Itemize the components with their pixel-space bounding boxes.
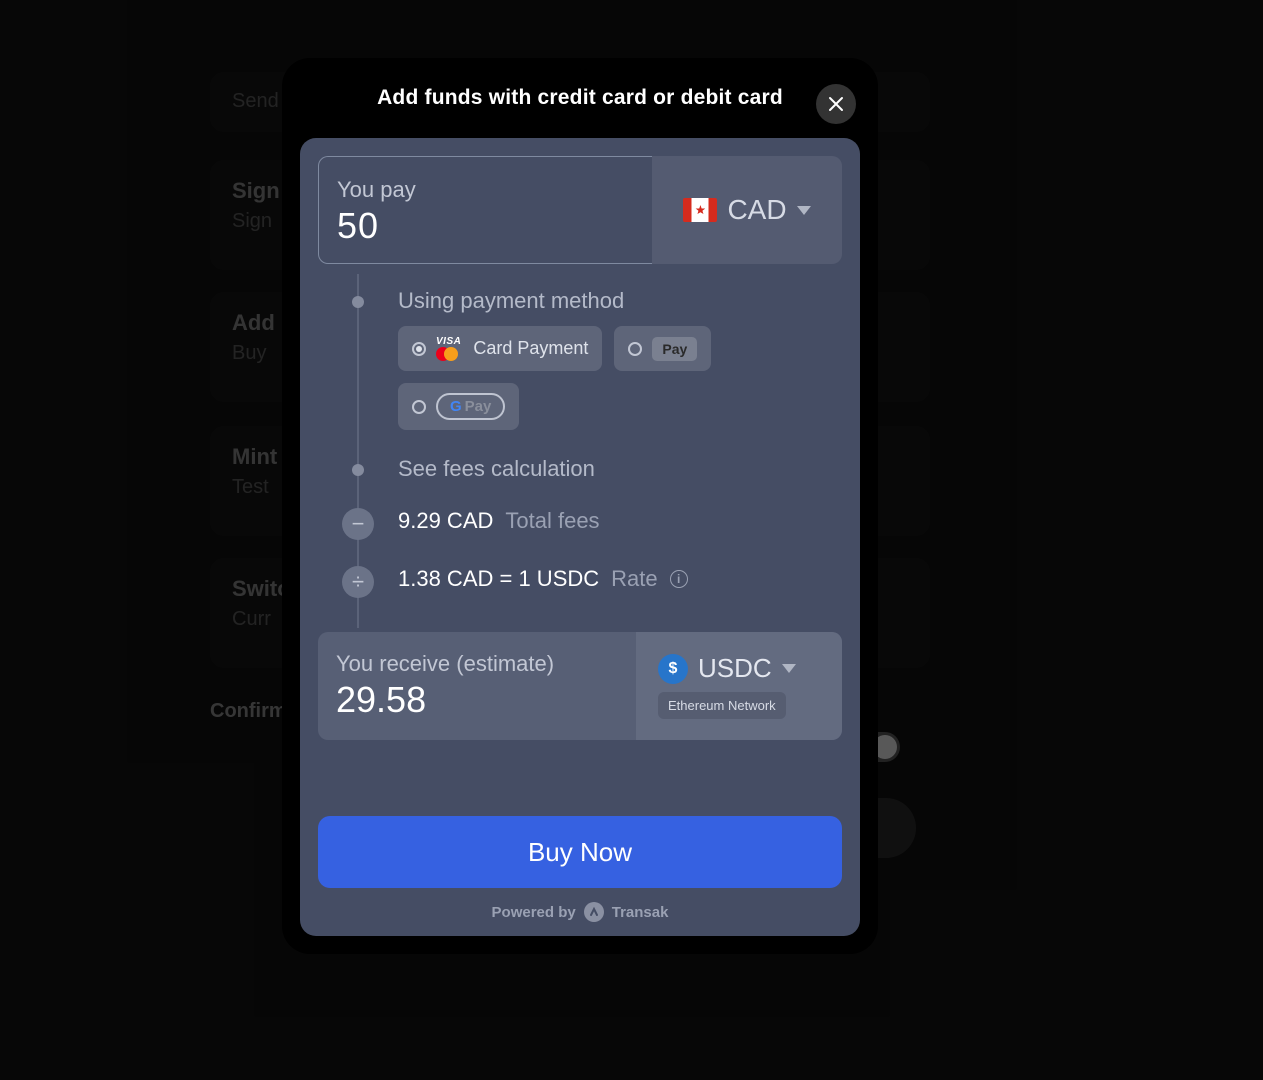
buy-widget: You pay 50 CAD Using payment method <box>300 138 860 936</box>
total-fees-amount: 9.29 CAD <box>398 508 493 534</box>
modal-title: Add funds with credit card or debit card <box>377 86 783 110</box>
rate-value: 1.38 CAD = 1 USDC <box>398 566 599 592</box>
fiat-currency-selector[interactable]: CAD <box>652 156 842 264</box>
powered-prefix: Powered by <box>492 904 576 921</box>
you-receive-value: 29.58 <box>336 679 618 721</box>
buy-now-label: Buy Now <box>528 837 632 868</box>
payment-method-options: VISA Card Payment Pay G <box>398 326 842 430</box>
rate-label: Rate <box>611 566 657 592</box>
total-fees-line: − 9.29 CAD Total fees <box>342 508 842 540</box>
payment-method-step: Using payment method VISA Card Payment <box>342 288 842 430</box>
you-receive-display: You receive (estimate) 29.58 <box>318 632 636 740</box>
timeline-dot <box>352 464 364 476</box>
payment-method-content: Using payment method VISA Card Payment <box>398 288 842 430</box>
you-pay-input[interactable]: You pay 50 <box>318 156 652 264</box>
chevron-down-icon <box>797 206 811 215</box>
google-pay-icon: G Pay <box>436 393 505 420</box>
modal-header: Add funds with credit card or debit card <box>282 58 878 128</box>
total-fees-label: Total fees <box>505 508 599 534</box>
powered-by: Powered by Transak <box>318 902 842 922</box>
minus-icon: − <box>342 508 374 540</box>
chevron-down-icon <box>782 664 796 673</box>
info-icon[interactable]: i <box>670 570 688 588</box>
fees-step: See fees calculation <box>342 456 842 482</box>
timeline-dot <box>352 296 364 308</box>
canada-flag-icon <box>683 198 717 222</box>
payment-option-card[interactable]: VISA Card Payment <box>398 326 602 371</box>
card-logo-icon: VISA <box>436 336 461 361</box>
you-pay-label: You pay <box>337 177 634 203</box>
radio-icon <box>412 400 426 414</box>
crypto-code: USDC <box>698 653 772 684</box>
close-icon <box>828 96 844 112</box>
see-fees-link[interactable]: See fees calculation <box>398 456 842 482</box>
visa-icon: VISA <box>436 336 461 347</box>
crypto-currency-selector[interactable]: $ USDC <box>658 653 796 684</box>
divide-icon: ÷ <box>342 566 374 598</box>
payment-method-heading: Using payment method <box>398 288 842 314</box>
network-badge: Ethereum Network <box>658 692 786 719</box>
transak-icon <box>584 902 604 922</box>
apple-pay-icon: Pay <box>652 337 697 361</box>
crypto-currency-block: $ USDC Ethereum Network <box>636 632 842 740</box>
mastercard-icon <box>436 347 458 361</box>
you-receive-row: You receive (estimate) 29.58 $ USDC Ethe… <box>318 632 842 740</box>
add-funds-modal: Add funds with credit card or debit card… <box>282 58 878 954</box>
buy-now-button[interactable]: Buy Now <box>318 816 842 888</box>
usdc-icon: $ <box>658 654 688 684</box>
powered-name: Transak <box>612 904 669 921</box>
card-payment-label: Card Payment <box>473 338 588 359</box>
close-button[interactable] <box>816 84 856 124</box>
fiat-currency-code: CAD <box>727 194 786 226</box>
spacer <box>318 740 842 806</box>
payment-option-apple-pay[interactable]: Pay <box>614 326 711 371</box>
you-receive-label: You receive (estimate) <box>336 651 618 677</box>
radio-icon <box>412 342 426 356</box>
you-pay-value: 50 <box>337 205 634 247</box>
payment-option-google-pay[interactable]: G Pay <box>398 383 519 430</box>
you-pay-row: You pay 50 CAD <box>318 156 842 264</box>
rate-line: ÷ 1.38 CAD = 1 USDC Rate i <box>342 566 842 598</box>
radio-icon <box>628 342 642 356</box>
steps-timeline: Using payment method VISA Card Payment <box>342 288 842 608</box>
